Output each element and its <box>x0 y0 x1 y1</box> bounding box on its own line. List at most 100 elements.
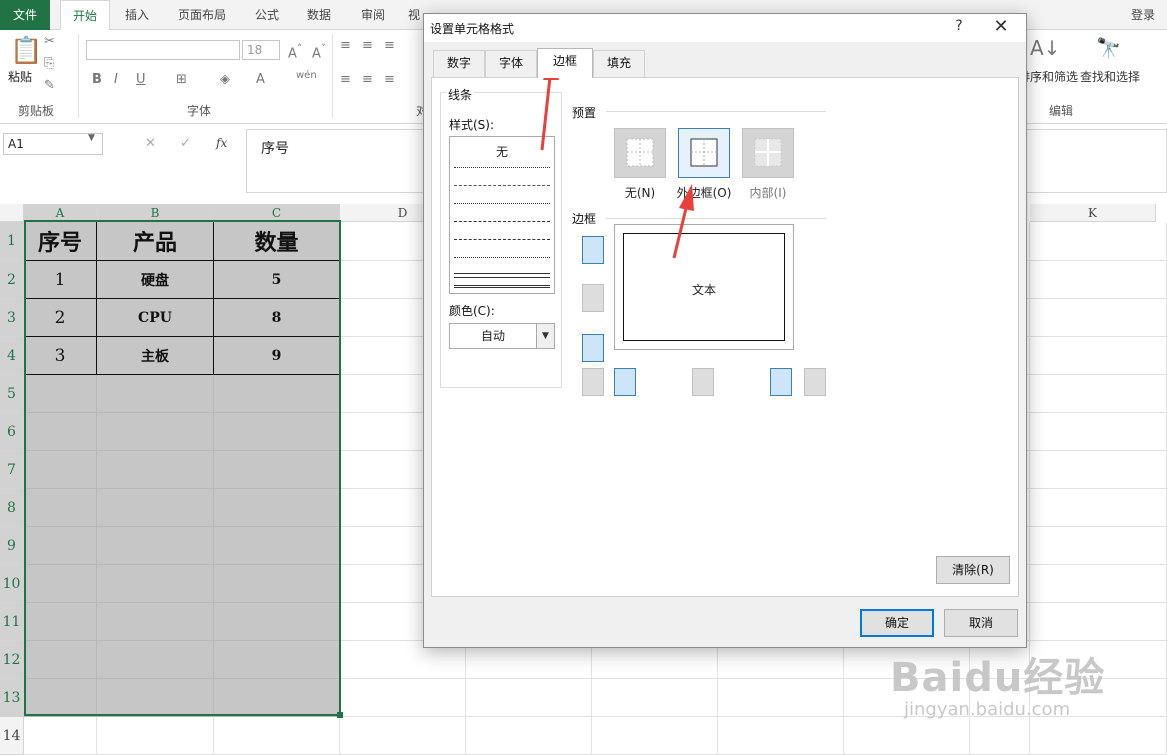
row-header[interactable]: 6 <box>0 413 24 451</box>
grid-cell[interactable] <box>1030 375 1167 413</box>
preset-outline-label[interactable]: 外边框(O) <box>669 184 739 201</box>
find-select-icon[interactable]: 🔭 <box>1096 36 1121 60</box>
grid-cell[interactable] <box>1030 489 1167 527</box>
phonetic-icon[interactable]: wén <box>296 70 317 81</box>
paste-label[interactable]: 粘贴 <box>8 68 32 85</box>
tab-home[interactable]: 开始 <box>60 0 110 31</box>
sort-filter-label[interactable]: 排序和筛选 <box>1026 68 1078 85</box>
grid-cell[interactable] <box>592 717 718 755</box>
grid-cell[interactable] <box>97 717 214 755</box>
border-inside-horizontal-button[interactable] <box>582 284 604 312</box>
italic-icon[interactable]: I <box>114 72 118 87</box>
line-style-option[interactable] <box>454 167 550 168</box>
table-cell[interactable]: 9 <box>214 337 340 375</box>
copy-icon[interactable]: ⎘ <box>44 56 54 71</box>
grid-cell[interactable] <box>24 375 97 413</box>
table-cell[interactable]: 3 <box>24 337 97 375</box>
grid-cell[interactable] <box>97 489 214 527</box>
align-top-icon[interactable]: ≡ <box>340 38 351 53</box>
row-header[interactable]: 11 <box>0 603 24 641</box>
line-style-option[interactable] <box>454 203 550 204</box>
close-icon[interactable]: ✕ <box>986 16 1016 37</box>
grid-cell[interactable] <box>97 565 214 603</box>
row-header[interactable]: 8 <box>0 489 24 527</box>
tab-number[interactable]: 数字 <box>433 50 485 77</box>
row-header[interactable]: 4 <box>0 337 24 375</box>
border-top-button[interactable] <box>582 236 604 264</box>
grid-cell[interactable] <box>97 375 214 413</box>
grid-cell[interactable] <box>24 717 97 755</box>
border-diagonal-down-button[interactable] <box>804 368 826 396</box>
border-inside-vertical-button[interactable] <box>692 368 714 396</box>
line-style-option[interactable] <box>454 257 550 258</box>
border-left-button[interactable] <box>614 368 636 396</box>
fill-color-icon[interactable]: ◈ <box>220 72 230 87</box>
column-header-c[interactable]: C <box>214 204 340 222</box>
border-diagonal-up-button[interactable] <box>582 368 604 396</box>
font-color-icon[interactable]: A <box>256 72 265 87</box>
table-cell[interactable]: 主板 <box>97 337 214 375</box>
grid-cell[interactable] <box>340 717 466 755</box>
grid-cell[interactable] <box>97 641 214 679</box>
grid-cell[interactable] <box>214 527 340 565</box>
grid-cell[interactable] <box>214 679 340 717</box>
grid-cell[interactable] <box>24 451 97 489</box>
select-all-corner[interactable] <box>0 204 24 222</box>
line-style-list[interactable]: 无 <box>449 136 555 294</box>
table-header-cell[interactable]: 产品 <box>97 222 214 261</box>
table-cell[interactable]: CPU <box>97 299 214 337</box>
cut-icon[interactable]: ✂ <box>44 34 55 49</box>
chevron-down-icon[interactable]: ▼ <box>536 324 554 348</box>
grid-cell[interactable] <box>24 565 97 603</box>
line-style-option[interactable] <box>454 185 550 186</box>
name-box-dropdown-icon[interactable]: ▼ <box>88 133 95 143</box>
row-header[interactable]: 7 <box>0 451 24 489</box>
grid-cell[interactable] <box>1030 299 1167 337</box>
tab-data[interactable]: 数据 <box>296 0 342 30</box>
login-link[interactable]: 登录 <box>1131 0 1155 30</box>
align-bottom-icon[interactable]: ≡ <box>384 38 395 53</box>
border-preview[interactable]: 文本 <box>614 224 794 350</box>
grid-cell[interactable] <box>24 679 97 717</box>
grid-cell[interactable] <box>214 565 340 603</box>
align-left-icon[interactable]: ≡ <box>340 72 351 87</box>
grid-cell[interactable] <box>466 679 592 717</box>
table-cell[interactable]: 8 <box>214 299 340 337</box>
row-header[interactable]: 10 <box>0 565 24 603</box>
grid-cell[interactable] <box>24 413 97 451</box>
grid-cell[interactable] <box>1030 413 1167 451</box>
table-header-cell[interactable]: 序号 <box>24 222 97 261</box>
grid-cell[interactable] <box>1030 717 1167 755</box>
table-cell[interactable]: 5 <box>214 261 340 299</box>
align-center-icon[interactable]: ≡ <box>362 72 373 87</box>
grid-cell[interactable] <box>1030 527 1167 565</box>
grid-cell[interactable] <box>97 679 214 717</box>
bold-icon[interactable]: B <box>92 72 102 87</box>
tab-font[interactable]: 字体 <box>485 50 537 77</box>
line-style-none[interactable]: 无 <box>450 143 554 160</box>
grid-cell[interactable] <box>97 451 214 489</box>
tab-view[interactable]: 视图 <box>404 0 424 30</box>
line-style-option[interactable] <box>454 273 550 274</box>
grid-cell[interactable] <box>24 603 97 641</box>
grid-cell[interactable] <box>24 641 97 679</box>
cancel-entry-icon[interactable]: ✕ <box>145 136 156 151</box>
font-family-select[interactable] <box>86 40 240 60</box>
row-header[interactable]: 3 <box>0 299 24 337</box>
clear-button[interactable]: 清除(R) <box>936 556 1010 584</box>
ok-button[interactable]: 确定 <box>860 609 934 637</box>
preset-inside-label[interactable]: 内部(I) <box>733 184 803 201</box>
grid-cell[interactable] <box>214 717 340 755</box>
grid-cell[interactable] <box>844 717 970 755</box>
line-color-select[interactable]: 自动 ▼ <box>449 323 555 349</box>
tab-formulas[interactable]: 公式 <box>244 0 290 30</box>
grid-cell[interactable] <box>24 527 97 565</box>
sort-filter-icon[interactable]: A↓ <box>1030 36 1060 60</box>
cancel-button[interactable]: 取消 <box>944 609 1018 637</box>
line-style-option[interactable] <box>454 277 550 278</box>
shrink-font-icon[interactable]: A˅ <box>312 42 326 61</box>
find-select-label[interactable]: 查找和选择 <box>1080 68 1140 85</box>
border-bottom-button[interactable] <box>582 334 604 362</box>
grid-cell[interactable] <box>214 451 340 489</box>
align-middle-icon[interactable]: ≡ <box>362 38 373 53</box>
